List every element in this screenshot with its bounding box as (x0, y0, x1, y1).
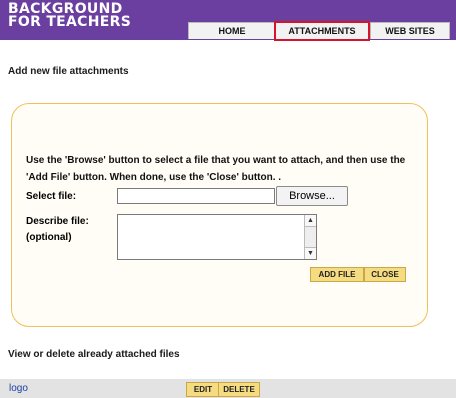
browse-button[interactable]: Browse... (276, 186, 348, 206)
tab-attachments[interactable]: ATTACHMENTS (274, 21, 370, 41)
upload-panel: Use the 'Browse' button to select a file… (11, 103, 428, 327)
attached-file-row: logo EDIT DELETE (0, 379, 456, 398)
tab-home[interactable]: HOME (188, 22, 276, 39)
edit-file-button[interactable]: EDIT (186, 382, 220, 397)
optional-label: (optional) (26, 232, 72, 243)
scroll-up-arrow-icon[interactable]: ▲ (305, 215, 316, 227)
header-banner: BACKGROUND FOR TEACHERS HOME ATTACHMENTS… (0, 0, 456, 41)
describe-file-label: Describe file: (26, 216, 89, 227)
textarea-scrollbar[interactable]: ▲ ▼ (304, 215, 316, 259)
scroll-down-arrow-icon[interactable]: ▼ (305, 247, 316, 259)
select-file-label: Select file: (26, 191, 77, 202)
attached-file-link[interactable]: logo (9, 383, 28, 394)
tab-web-sites[interactable]: WEB SITES (370, 22, 450, 39)
add-attachments-heading: Add new file attachments (8, 66, 129, 77)
upload-instructions: Use the 'Browse' button to select a file… (26, 155, 406, 183)
nav-tabs: HOME ATTACHMENTS WEB SITES (0, 21, 456, 41)
add-file-button[interactable]: ADD FILE (310, 267, 364, 282)
attached-files-heading: View or delete already attached files (8, 349, 180, 360)
close-button[interactable]: CLOSE (364, 267, 406, 282)
delete-file-button[interactable]: DELETE (218, 382, 260, 397)
file-path-input[interactable] (117, 188, 275, 204)
describe-file-textarea[interactable]: ▲ ▼ (117, 214, 317, 260)
